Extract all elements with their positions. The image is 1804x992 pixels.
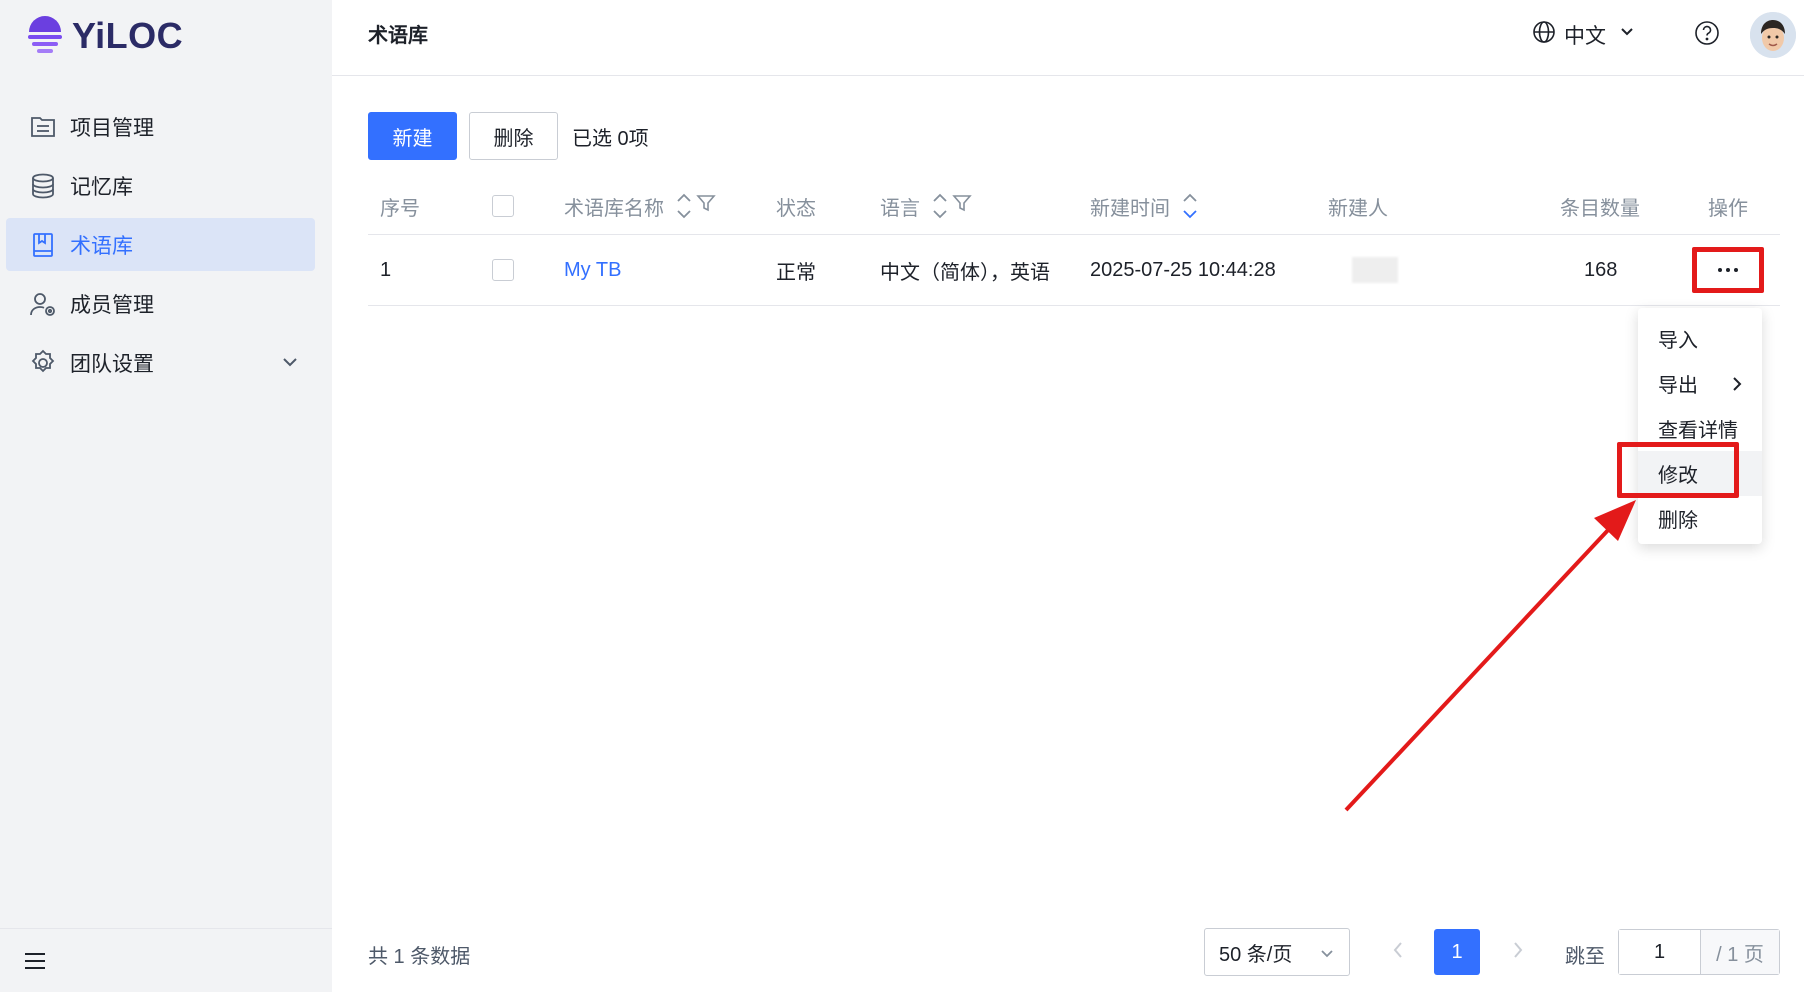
more-icon bbox=[1718, 268, 1738, 272]
table-row[interactable]: 1 My TB 正常 中文（简体），英语 2025-07-25 10:44:28… bbox=[368, 234, 1780, 306]
jump-label: 跳至 bbox=[1565, 946, 1605, 968]
toolbar: 新建 删除 已选 0项 bbox=[368, 112, 649, 160]
database-icon bbox=[28, 171, 58, 201]
select-all-checkbox[interactable] bbox=[492, 178, 514, 234]
page-title: 术语库 bbox=[368, 25, 428, 47]
menu-item-view-details[interactable]: 查看详情 bbox=[1638, 406, 1762, 451]
menu-item-edit[interactable]: 修改 bbox=[1638, 451, 1762, 496]
column-header-count: 条目数量 bbox=[1560, 197, 1640, 220]
column-header-created: 新建时间 bbox=[1090, 178, 1198, 234]
column-header-name: 术语库名称 bbox=[564, 178, 716, 234]
menu-collapse-icon[interactable] bbox=[24, 951, 46, 976]
jump-box: / 1 页 bbox=[1618, 929, 1780, 975]
sidebar-item-memory[interactable]: 记忆库 bbox=[6, 159, 315, 212]
sidebar-item-label: 成员管理 bbox=[70, 293, 154, 317]
jump-page-input[interactable] bbox=[1619, 930, 1701, 974]
termbase-table: 序号 术语库名称 状态 语言 新建时间 新建人 条目数量 操作 1 My TB … bbox=[368, 178, 1780, 306]
menu-item-import[interactable]: 导入 bbox=[1638, 316, 1762, 361]
total-count: 共 1 条数据 bbox=[368, 946, 471, 968]
help-icon[interactable] bbox=[1694, 20, 1720, 51]
row-created-time: 2025-07-25 10:44:28 bbox=[1090, 258, 1276, 281]
filter-icon[interactable] bbox=[952, 193, 972, 219]
logo-text: YiLOC bbox=[72, 15, 184, 56]
row-languages: 中文（简体），英语 bbox=[880, 261, 1050, 284]
column-header-index: 序号 bbox=[380, 197, 420, 220]
sidebar-item-projects[interactable]: 项目管理 bbox=[6, 100, 315, 153]
menu-item-label: 导出 bbox=[1658, 375, 1698, 397]
sidebar-item-label: 记忆库 bbox=[70, 175, 133, 199]
row-status: 正常 bbox=[776, 261, 816, 284]
menu-item-export[interactable]: 导出 bbox=[1638, 361, 1762, 406]
next-page-icon[interactable] bbox=[1508, 940, 1528, 965]
actions-dropdown: 导入 导出 查看详情 修改 删除 bbox=[1638, 308, 1762, 544]
sort-icon[interactable] bbox=[932, 191, 948, 221]
app-root: YiLOC 项目管理 记忆库 术语库 成员管理 团队设置 术语库 中文 新建 删… bbox=[0, 0, 1804, 992]
avatar[interactable] bbox=[1750, 12, 1796, 58]
sidebar-item-label: 项目管理 bbox=[70, 116, 154, 140]
gear-icon bbox=[28, 348, 58, 378]
column-header-language: 语言 bbox=[880, 178, 972, 234]
selected-count: 已选 0项 bbox=[572, 127, 649, 150]
sidebar-item-team-settings[interactable]: 团队设置 bbox=[6, 336, 315, 389]
page-size-label: 50 条/页 bbox=[1219, 943, 1293, 966]
chevron-right-icon bbox=[1730, 375, 1744, 398]
header: 术语库 中文 bbox=[332, 0, 1804, 76]
globe-icon bbox=[1532, 20, 1556, 50]
termbase-name-link[interactable]: My TB bbox=[564, 235, 621, 305]
column-header-actions: 操作 bbox=[1708, 197, 1748, 220]
redacted-creator bbox=[1352, 257, 1398, 283]
logo[interactable]: YiLOC bbox=[26, 14, 183, 58]
sidebar-item-label: 术语库 bbox=[70, 234, 133, 258]
book-icon bbox=[28, 230, 58, 260]
member-settings-icon bbox=[28, 289, 58, 319]
row-creator bbox=[1352, 235, 1398, 305]
sidebar-item-termbase[interactable]: 术语库 bbox=[6, 218, 315, 271]
sidebar-nav: 项目管理 记忆库 术语库 成员管理 团队设置 bbox=[6, 100, 315, 395]
chevron-down-icon[interactable] bbox=[281, 353, 299, 377]
delete-button[interactable]: 删除 bbox=[469, 112, 558, 160]
row-checkbox[interactable] bbox=[492, 235, 514, 305]
column-header-creator: 新建人 bbox=[1328, 197, 1388, 220]
sidebar-item-members[interactable]: 成员管理 bbox=[6, 277, 315, 330]
language-label: 中文 bbox=[1564, 25, 1606, 48]
more-actions-button[interactable] bbox=[1692, 247, 1764, 293]
sort-icon[interactable] bbox=[1182, 191, 1198, 221]
column-header-label: 新建时间 bbox=[1090, 197, 1170, 220]
language-selector[interactable]: 中文 bbox=[1532, 20, 1636, 50]
row-index: 1 bbox=[380, 258, 392, 281]
logo-icon bbox=[26, 14, 64, 58]
row-count: 168 bbox=[1584, 258, 1618, 281]
total-pages: / 1 页 bbox=[1701, 930, 1779, 974]
prev-page-icon[interactable] bbox=[1388, 940, 1408, 965]
column-header-label: 术语库名称 bbox=[564, 197, 664, 220]
filter-icon[interactable] bbox=[696, 193, 716, 219]
sidebar-item-label: 团队设置 bbox=[70, 352, 154, 376]
sort-icon[interactable] bbox=[676, 191, 692, 221]
column-header-status: 状态 bbox=[776, 197, 816, 220]
table-header: 序号 术语库名称 状态 语言 新建时间 新建人 条目数量 操作 bbox=[368, 178, 1780, 234]
chevron-down-icon bbox=[1319, 945, 1335, 968]
chevron-down-icon bbox=[1618, 23, 1636, 47]
column-header-label: 语言 bbox=[880, 197, 920, 220]
menu-item-delete[interactable]: 删除 bbox=[1638, 496, 1762, 541]
sidebar-footer bbox=[0, 928, 332, 992]
sidebar: YiLOC 项目管理 记忆库 术语库 成员管理 团队设置 bbox=[0, 0, 332, 992]
page-size-select[interactable]: 50 条/页 bbox=[1204, 928, 1350, 976]
page-button-current[interactable]: 1 bbox=[1434, 929, 1480, 975]
new-button[interactable]: 新建 bbox=[368, 112, 457, 160]
list-icon bbox=[28, 112, 58, 142]
